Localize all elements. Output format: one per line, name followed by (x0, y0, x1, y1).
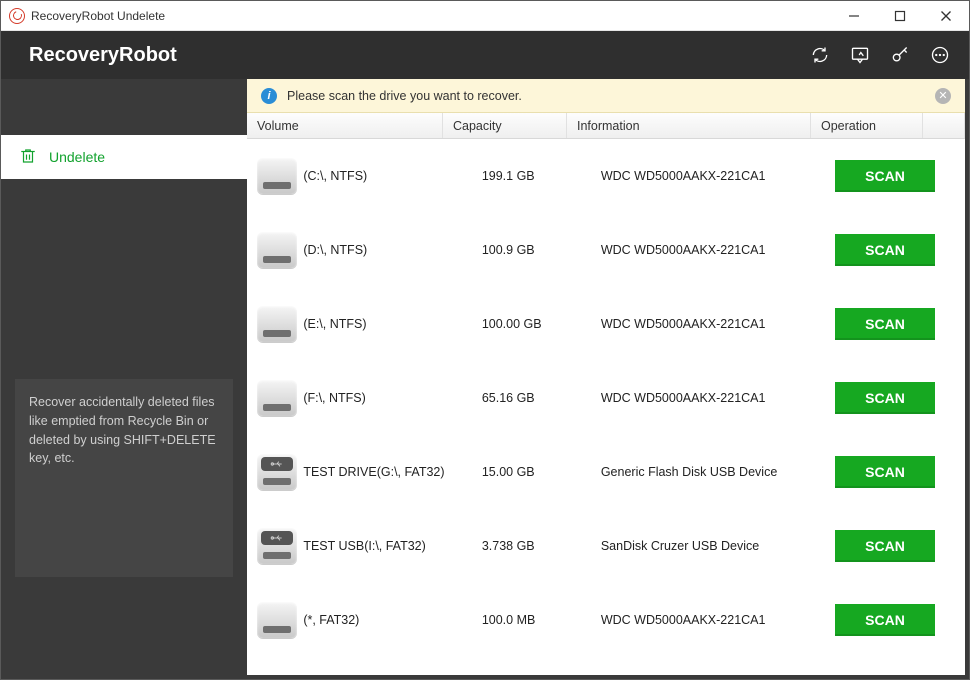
cell-volume: TEST USB(I:\, FAT32) (303, 539, 482, 553)
cell-volume: TEST DRIVE(G:\, FAT32) (303, 465, 482, 479)
cell-operation: SCAN (835, 160, 955, 192)
cell-operation: SCAN (835, 604, 955, 636)
col-volume[interactable]: Volume (247, 113, 443, 138)
hdd-drive-icon (257, 306, 297, 342)
drive-list: (C:\, NTFS)199.1 GBWDC WD5000AAKX-221CA1… (247, 139, 965, 675)
scan-button[interactable]: SCAN (835, 530, 935, 562)
usb-drive-icon (257, 528, 297, 564)
app-logo-icon (9, 8, 25, 24)
cell-capacity: 100.0 MB (482, 613, 601, 627)
brand-title: RecoveryRobot (29, 44, 177, 67)
col-spacer (923, 113, 965, 138)
cell-operation: SCAN (835, 456, 955, 488)
cell-information: WDC WD5000AAKX-221CA1 (601, 613, 835, 627)
scan-button[interactable]: SCAN (835, 382, 935, 414)
sidebar-item-label: Undelete (49, 149, 105, 165)
hdd-drive-icon (257, 158, 297, 194)
sidebar-help-text: Recover accidentally deleted files like … (15, 379, 233, 577)
key-icon[interactable] (889, 44, 911, 66)
table-row: (C:\, NTFS)199.1 GBWDC WD5000AAKX-221CA1… (247, 139, 965, 213)
close-button[interactable] (923, 1, 969, 31)
main-panel: i Please scan the drive you want to reco… (247, 79, 965, 675)
cell-information: Generic Flash Disk USB Device (601, 465, 835, 479)
window-title: RecoveryRobot Undelete (31, 9, 165, 23)
cell-operation: SCAN (835, 234, 955, 266)
cell-capacity: 100.00 GB (482, 317, 601, 331)
table-row: (*, FAT32)100.0 MBWDC WD5000AAKX-221CA1S… (247, 583, 965, 657)
col-operation[interactable]: Operation (811, 113, 923, 138)
app-window: RecoveryRobot Undelete RecoveryRobot Und… (0, 0, 970, 680)
cell-information: WDC WD5000AAKX-221CA1 (601, 243, 835, 257)
cell-capacity: 15.00 GB (482, 465, 601, 479)
scan-button[interactable]: SCAN (835, 604, 935, 636)
hdd-drive-icon (257, 232, 297, 268)
sidebar: Undelete Recover accidentally deleted fi… (1, 79, 247, 675)
cell-volume: (C:\, NTFS) (303, 169, 482, 183)
cell-information: WDC WD5000AAKX-221CA1 (601, 169, 835, 183)
more-icon[interactable] (929, 44, 951, 66)
table-row: (D:\, NTFS)100.9 GBWDC WD5000AAKX-221CA1… (247, 213, 965, 287)
window-controls (831, 1, 969, 31)
cell-capacity: 199.1 GB (482, 169, 601, 183)
cell-operation: SCAN (835, 382, 955, 414)
minimize-button[interactable] (831, 1, 877, 31)
scan-button[interactable]: SCAN (835, 234, 935, 266)
cell-information: WDC WD5000AAKX-221CA1 (601, 391, 835, 405)
cell-capacity: 100.9 GB (482, 243, 601, 257)
scan-button[interactable]: SCAN (835, 160, 935, 192)
table-row: TEST USB(I:\, FAT32)3.738 GBSanDisk Cruz… (247, 509, 965, 583)
col-information[interactable]: Information (567, 113, 811, 138)
maximize-button[interactable] (877, 1, 923, 31)
cell-volume: (F:\, NTFS) (303, 391, 482, 405)
table-row: TEST DRIVE(G:\, FAT32)15.00 GBGeneric Fl… (247, 435, 965, 509)
hdd-drive-icon (257, 380, 297, 416)
hdd-drive-icon (257, 602, 297, 638)
sidebar-item-undelete[interactable]: Undelete (1, 135, 247, 179)
cell-operation: SCAN (835, 530, 955, 562)
app-header: RecoveryRobot (1, 31, 969, 79)
table-row: (F:\, NTFS)65.16 GBWDC WD5000AAKX-221CA1… (247, 361, 965, 435)
trash-icon (19, 147, 37, 168)
cell-information: WDC WD5000AAKX-221CA1 (601, 317, 835, 331)
refresh-icon[interactable] (809, 44, 831, 66)
app-body: Undelete Recover accidentally deleted fi… (1, 79, 969, 679)
feedback-icon[interactable] (849, 44, 871, 66)
col-capacity[interactable]: Capacity (443, 113, 567, 138)
usb-drive-icon (257, 454, 297, 490)
header-actions (809, 44, 951, 66)
info-icon: i (261, 88, 277, 104)
info-message: Please scan the drive you want to recove… (287, 89, 522, 103)
cell-operation: SCAN (835, 308, 955, 340)
scan-button[interactable]: SCAN (835, 308, 935, 340)
info-bar: i Please scan the drive you want to reco… (247, 79, 965, 113)
cell-volume: (D:\, NTFS) (303, 243, 482, 257)
scan-button[interactable]: SCAN (835, 456, 935, 488)
cell-volume: (E:\, NTFS) (303, 317, 482, 331)
info-close-button[interactable]: ✕ (935, 88, 951, 104)
cell-capacity: 3.738 GB (482, 539, 601, 553)
sidebar-spacer (1, 79, 247, 135)
column-header: Volume Capacity Information Operation (247, 113, 965, 139)
cell-information: SanDisk Cruzer USB Device (601, 539, 835, 553)
table-row: (E:\, NTFS)100.00 GBWDC WD5000AAKX-221CA… (247, 287, 965, 361)
titlebar: RecoveryRobot Undelete (1, 1, 969, 31)
cell-volume: (*, FAT32) (303, 613, 482, 627)
cell-capacity: 65.16 GB (482, 391, 601, 405)
